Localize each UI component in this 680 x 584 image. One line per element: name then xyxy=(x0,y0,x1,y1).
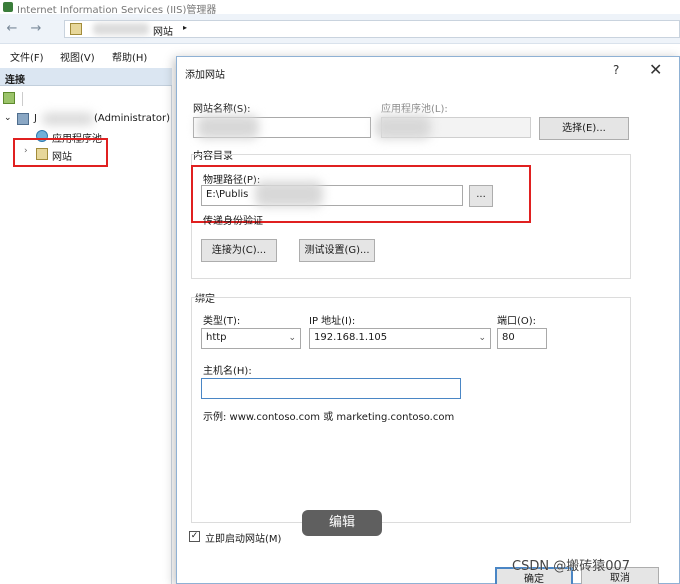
site-folder-icon xyxy=(70,23,82,35)
menu-file[interactable]: 文件(F) xyxy=(10,49,44,64)
physical-path-label: 物理路径(P): xyxy=(203,175,261,186)
chevron-down-icon: ⌄ xyxy=(288,333,296,343)
type-value: http xyxy=(206,332,227,343)
menu-help[interactable]: 帮助(H) xyxy=(112,49,147,64)
physical-path-field[interactable]: E:\Publis xyxy=(201,185,463,206)
port-field[interactable]: 80 xyxy=(497,328,547,349)
add-website-dialog: 添加网站 ? ✕ 网站名称(S): 应用程序池(L): 选择(E)... 内容目… xyxy=(176,56,680,584)
toolbar-divider xyxy=(22,92,23,106)
browse-path-button[interactable]: ... xyxy=(469,185,493,207)
edit-badge: 编辑 xyxy=(302,510,382,536)
ip-address-value: 192.168.1.105 xyxy=(314,332,388,343)
ip-address-dropdown[interactable]: 192.168.1.105 ⌄ xyxy=(309,328,491,349)
iis-app-icon xyxy=(3,2,13,12)
start-now-checkbox[interactable]: ✓ xyxy=(189,531,200,542)
tree-expand-server-icon[interactable]: ⌄ xyxy=(4,113,12,123)
connections-toolbar xyxy=(0,88,172,110)
sites-folder-icon xyxy=(36,148,48,160)
connections-header-label: 连接 xyxy=(5,75,25,86)
connect-as-button[interactable]: 连接为(C)... xyxy=(201,239,277,262)
address-path-box[interactable]: 网站 ▸ xyxy=(64,20,680,38)
type-dropdown[interactable]: http ⌄ xyxy=(201,328,301,349)
redacted-server-name xyxy=(93,23,149,35)
help-icon[interactable]: ? xyxy=(613,63,619,77)
forward-arrow-icon[interactable]: → xyxy=(28,21,44,37)
redacted-server-host xyxy=(42,113,94,125)
chevron-right-icon[interactable]: ▸ xyxy=(183,23,187,32)
connect-icon[interactable] xyxy=(3,92,15,104)
port-label: 端口(O): xyxy=(497,316,537,327)
hostname-example: 示例: www.contoso.com 或 marketing.contoso.… xyxy=(203,412,455,423)
menu-view[interactable]: 视图(V) xyxy=(60,49,95,64)
address-path-item[interactable]: 网站 xyxy=(153,23,173,38)
site-name-label: 网站名称(S): xyxy=(193,104,251,115)
server-node-label[interactable]: (Administrator) xyxy=(94,113,170,124)
server-icon xyxy=(17,113,29,125)
redacted-path xyxy=(255,181,323,207)
server-name-prefix[interactable]: J xyxy=(34,113,37,124)
type-label: 类型(T): xyxy=(203,316,241,327)
test-settings-button[interactable]: 测试设置(G)... xyxy=(299,239,375,262)
back-arrow-icon[interactable]: ← xyxy=(4,21,20,37)
address-bar: ← → 网站 ▸ xyxy=(0,14,680,44)
dialog-title: 添加网站 xyxy=(185,70,225,81)
redacted-app-pool xyxy=(375,115,431,139)
tree-item-sites[interactable]: 网站 xyxy=(52,148,72,163)
window-titlebar: Internet Information Services (IIS)管理器 xyxy=(0,0,680,16)
ip-address-label: IP 地址(I): xyxy=(309,316,356,327)
passthrough-auth-label: 传递身份验证 xyxy=(203,216,263,227)
select-app-pool-button[interactable]: 选择(E)... xyxy=(539,117,629,140)
hostname-field[interactable] xyxy=(201,378,461,399)
start-now-label[interactable]: 立即启动网站(M) xyxy=(205,530,281,545)
connections-header: 连接 xyxy=(0,68,172,86)
watermark-text: CSDN @搬砖猿007 xyxy=(512,559,631,574)
hostname-label: 主机名(H): xyxy=(203,366,252,377)
app-pool-label: 应用程序池(L): xyxy=(381,104,448,115)
redacted-site-name xyxy=(197,115,259,139)
close-icon[interactable]: ✕ xyxy=(649,60,662,79)
chevron-down-icon: ⌄ xyxy=(478,333,486,343)
tree-expand-sites-icon[interactable]: › xyxy=(24,146,28,156)
